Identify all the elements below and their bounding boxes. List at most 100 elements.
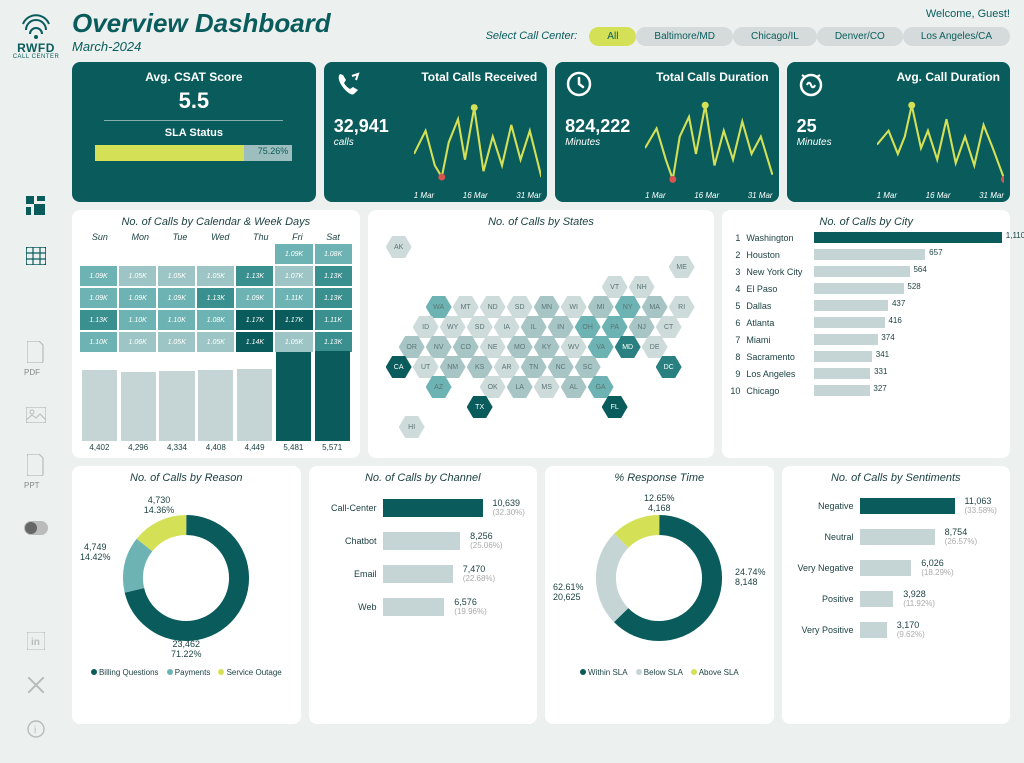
state-hex-ut[interactable]: UT [413, 356, 439, 378]
channel-row[interactable]: Web6,576(19.96%) [317, 597, 530, 616]
cal-cell[interactable]: 1.05K [119, 266, 156, 286]
cal-cell[interactable]: 1.11K [275, 288, 312, 308]
state-hex-or[interactable]: OR [399, 336, 425, 358]
cal-cell[interactable]: 1.10K [119, 310, 156, 330]
channel-row[interactable]: Call-Center10,639(32.30%) [317, 498, 530, 517]
state-hex-wy[interactable]: WY [440, 316, 466, 338]
x-icon[interactable] [24, 673, 48, 697]
cal-total-bar[interactable]: 5,481 [276, 352, 311, 452]
state-hex-me[interactable]: ME [669, 256, 695, 278]
state-hex-nc[interactable]: NC [548, 356, 574, 378]
cal-cell[interactable]: 1.13K [236, 266, 273, 286]
cal-cell[interactable]: 1.08K [315, 244, 352, 264]
cal-cell[interactable] [158, 244, 195, 264]
filter-baltimoremd[interactable]: Baltimore/MD [636, 27, 733, 46]
cal-cell[interactable]: 1.09K [80, 288, 117, 308]
cal-cell[interactable]: 1.09K [275, 244, 312, 264]
cal-cell[interactable]: 1.10K [80, 332, 117, 352]
state-hex-mn[interactable]: MN [534, 296, 560, 318]
image-icon[interactable] [24, 403, 48, 427]
sentiment-row[interactable]: Positive3,928(11.92%) [790, 589, 1003, 608]
cal-cell[interactable]: 1.17K [236, 310, 273, 330]
cal-cell[interactable]: 1.09K [119, 288, 156, 308]
cal-cell[interactable]: 1.11K [315, 310, 352, 330]
cal-cell[interactable]: 1.13K [80, 310, 117, 330]
cal-cell[interactable] [119, 244, 156, 264]
city-row[interactable]: 1Washington1,110 [730, 232, 1002, 243]
city-row[interactable]: 9Los Angeles331 [730, 368, 1002, 379]
state-hex-hi[interactable]: HI [399, 416, 425, 438]
cal-cell[interactable] [197, 244, 234, 264]
cal-cell[interactable] [236, 244, 273, 264]
state-hex-la[interactable]: LA [507, 376, 533, 398]
cal-cell[interactable]: 1.09K [158, 288, 195, 308]
city-row[interactable]: 5Dallas437 [730, 300, 1002, 311]
cal-cell[interactable]: 1.05K [197, 332, 234, 352]
channel-row[interactable]: Chatbot8,256(25.06%) [317, 531, 530, 550]
cal-cell[interactable]: 1.10K [158, 310, 195, 330]
cal-cell[interactable]: 1.05K [158, 266, 195, 286]
state-hex-wa[interactable]: WA [426, 296, 452, 318]
state-hex-tx[interactable]: TX [467, 396, 493, 418]
state-hex-ky[interactable]: KY [534, 336, 560, 358]
state-hex-nh[interactable]: NH [629, 276, 655, 298]
state-hex-pa[interactable]: PA [602, 316, 628, 338]
state-hex-ms[interactable]: MS [534, 376, 560, 398]
state-hex-ok[interactable]: OK [480, 376, 506, 398]
cal-cell[interactable]: 1.05K [158, 332, 195, 352]
cal-cell[interactable]: 1.06K [119, 332, 156, 352]
cal-cell[interactable]: 1.07K [275, 266, 312, 286]
state-hex-nm[interactable]: NM [440, 356, 466, 378]
cal-cell[interactable]: 1.17K [275, 310, 312, 330]
city-row[interactable]: 3New York City564 [730, 266, 1002, 277]
cal-total-bar[interactable]: 4,449 [237, 369, 272, 452]
cal-cell[interactable]: 1.08K [197, 310, 234, 330]
state-hex-ks[interactable]: KS [467, 356, 493, 378]
state-hex-de[interactable]: DE [642, 336, 668, 358]
state-hex-dc[interactable]: DC [656, 356, 682, 378]
dashboard-icon[interactable] [24, 194, 48, 218]
state-hex-ne[interactable]: NE [480, 336, 506, 358]
state-hex-mi[interactable]: MI [588, 296, 614, 318]
state-hex-ny[interactable]: NY [615, 296, 641, 318]
channel-row[interactable]: Email7,470(22.68%) [317, 564, 530, 583]
cal-total-bar[interactable]: 4,408 [198, 370, 233, 452]
state-hex-ct[interactable]: CT [656, 316, 682, 338]
state-hex-co[interactable]: CO [453, 336, 479, 358]
state-hex-al[interactable]: AL [561, 376, 587, 398]
state-hex-mo[interactable]: MO [507, 336, 533, 358]
city-row[interactable]: 6Atlanta416 [730, 317, 1002, 328]
city-row[interactable]: 8Sacramento341 [730, 351, 1002, 362]
sentiment-row[interactable]: Very Positive3,170(9.62%) [790, 620, 1003, 639]
cal-total-bar[interactable]: 4,402 [82, 370, 117, 452]
city-row[interactable]: 7Miami374 [730, 334, 1002, 345]
info-icon[interactable]: i [24, 717, 48, 741]
sentiment-row[interactable]: Negative11,063(33.58%) [790, 496, 1003, 515]
cal-cell[interactable]: 1.13K [315, 332, 352, 352]
ppt-icon[interactable] [24, 453, 48, 477]
state-hex-in[interactable]: IN [548, 316, 574, 338]
state-hex-fl[interactable]: FL [602, 396, 628, 418]
filter-losangelesca[interactable]: Los Angeles/CA [903, 27, 1010, 46]
state-hex-ca[interactable]: CA [386, 356, 412, 378]
cal-cell[interactable]: 1.09K [236, 288, 273, 308]
state-hex-id[interactable]: ID [413, 316, 439, 338]
state-hex-nj[interactable]: NJ [629, 316, 655, 338]
linkedin-icon[interactable]: in [24, 629, 48, 653]
sentiment-row[interactable]: Very Negative6,026(18.29%) [790, 558, 1003, 577]
cal-cell[interactable]: 1.09K [80, 266, 117, 286]
state-hex-vt[interactable]: VT [602, 276, 628, 298]
cal-total-bar[interactable]: 5,571 [315, 351, 350, 452]
cal-total-bar[interactable]: 4,296 [121, 372, 156, 452]
cal-cell[interactable]: 1.13K [197, 288, 234, 308]
state-hex-va[interactable]: VA [588, 336, 614, 358]
state-hex-nv[interactable]: NV [426, 336, 452, 358]
state-hex-wi[interactable]: WI [561, 296, 587, 318]
state-hex-az[interactable]: AZ [426, 376, 452, 398]
state-hex-sc[interactable]: SC [575, 356, 601, 378]
cal-cell[interactable]: 1.05K [275, 332, 312, 352]
cal-cell[interactable]: 1.13K [315, 266, 352, 286]
city-row[interactable]: 10Chicago327 [730, 385, 1002, 396]
state-hex-sd[interactable]: SD [507, 296, 533, 318]
sentiment-row[interactable]: Neutral8,754(26.57%) [790, 527, 1003, 546]
